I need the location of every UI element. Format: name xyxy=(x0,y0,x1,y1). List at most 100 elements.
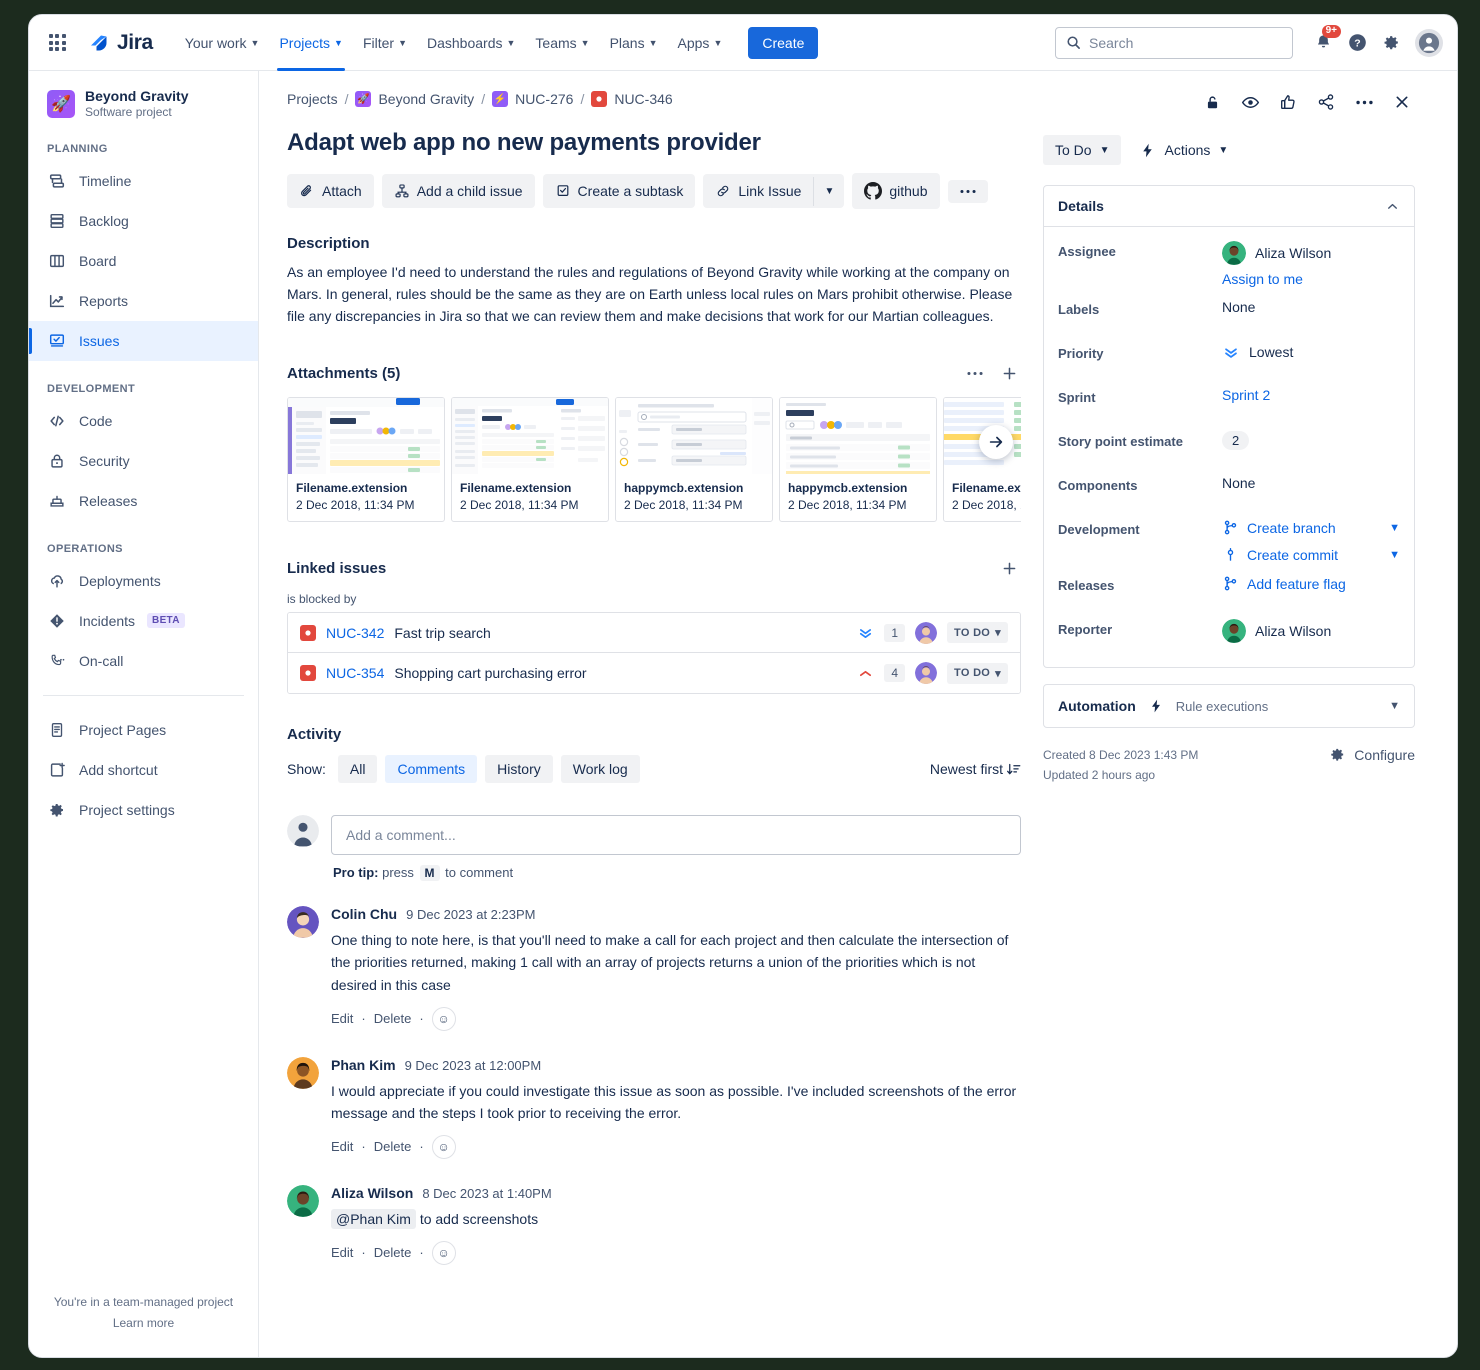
linked-issue-key[interactable]: NUC-354 xyxy=(326,665,384,681)
linked-issue-row[interactable]: NUC-354 Shopping cart purchasing error 4 xyxy=(288,653,1020,693)
sidebar-item-board[interactable]: Board xyxy=(29,241,258,281)
assign-to-me-link[interactable]: Assign to me xyxy=(1222,271,1400,287)
create-subtask-button[interactable]: Create a subtask xyxy=(543,174,696,208)
plus-icon[interactable] xyxy=(997,361,1021,385)
mention-chip[interactable]: @Phan Kim xyxy=(331,1209,416,1229)
priority-value[interactable]: Lowest xyxy=(1222,341,1400,361)
share-icon[interactable] xyxy=(1313,89,1339,115)
sidebar-item-reports[interactable]: Reports xyxy=(29,281,258,321)
sidebar-item-deployments[interactable]: Deployments xyxy=(29,561,258,601)
linked-issue-row[interactable]: NUC-342 Fast trip search 1 xyxy=(288,613,1020,653)
chevron-down-icon[interactable]: ▼ xyxy=(813,177,844,206)
attachment-card[interactable]: happymcb.extension 2 Dec 2018, 11:34 PM xyxy=(779,397,937,522)
nav-item-your-work[interactable]: Your work ▼ xyxy=(175,15,270,70)
ellipsis-icon[interactable] xyxy=(963,361,987,385)
plus-icon[interactable] xyxy=(997,556,1021,580)
tab-history[interactable]: History xyxy=(485,755,553,783)
automation-card[interactable]: Automation Rule executions ▼ xyxy=(1043,684,1415,728)
attachment-card[interactable]: happymcb.extension 2 Dec 2018, 11:34 PM xyxy=(615,397,773,522)
create-button[interactable]: Create xyxy=(748,27,818,59)
jira-logo[interactable]: Jira xyxy=(87,31,153,55)
settings-button[interactable] xyxy=(1375,27,1407,59)
create-commit-row[interactable]: Create commit ▼ xyxy=(1222,546,1400,563)
learn-more-link[interactable]: Learn more xyxy=(43,1313,244,1335)
app-switcher-button[interactable] xyxy=(41,27,73,59)
sidebar-item-project-pages[interactable]: Project Pages xyxy=(29,710,258,750)
add-reaction-icon[interactable]: ☺ xyxy=(432,1135,456,1159)
create-branch-link[interactable]: Create branch xyxy=(1247,520,1336,536)
sidebar-item-security[interactable]: Security xyxy=(29,441,258,481)
profile-avatar-icon[interactable] xyxy=(1415,29,1443,57)
sprint-value[interactable]: Sprint 2 xyxy=(1222,385,1400,403)
tab-comments[interactable]: Comments xyxy=(385,755,477,783)
search-input[interactable] xyxy=(1089,35,1282,51)
chevron-down-icon[interactable]: ▼ xyxy=(1389,549,1400,561)
sidebar-item-add-shortcut[interactable]: Add shortcut xyxy=(29,750,258,790)
unlock-icon[interactable] xyxy=(1199,89,1225,115)
nav-item-filter[interactable]: Filter ▼ xyxy=(353,15,417,70)
nav-item-plans[interactable]: Plans ▼ xyxy=(600,15,668,70)
sprint-link[interactable]: Sprint 2 xyxy=(1222,387,1270,403)
sidebar-project-header[interactable]: 🚀 Beyond Gravity Software project xyxy=(29,85,258,121)
attachments-carousel[interactable]: Filename.extension 2 Dec 2018, 11:34 PM xyxy=(287,397,1021,522)
nav-item-projects[interactable]: Projects ▼ xyxy=(269,15,353,70)
breadcrumb-nuc-276[interactable]: NUC-276 xyxy=(515,91,573,107)
chevron-down-icon[interactable]: ▼ xyxy=(1389,522,1400,534)
search-box[interactable] xyxy=(1055,27,1293,59)
status-dropdown[interactable]: To Do ▼ xyxy=(1043,135,1121,165)
nav-item-teams[interactable]: Teams ▼ xyxy=(525,15,599,70)
edit-comment-button[interactable]: Edit xyxy=(331,1245,353,1260)
attachment-card[interactable]: Filename.extension 2 Dec 2018, 11:34 PM xyxy=(451,397,609,522)
attach-button[interactable]: Attach xyxy=(287,174,374,208)
labels-value[interactable]: None xyxy=(1222,297,1400,315)
sidebar-item-code[interactable]: Code xyxy=(29,401,258,441)
edit-comment-button[interactable]: Edit xyxy=(331,1011,353,1026)
detail-value[interactable]: Aliza Wilson Assign to me xyxy=(1222,239,1400,287)
add-feature-flag-row[interactable]: Add feature flag xyxy=(1222,575,1400,592)
nav-item-apps[interactable]: Apps ▼ xyxy=(668,15,733,70)
actions-dropdown[interactable]: Actions ▼ xyxy=(1139,142,1228,159)
ellipsis-icon[interactable] xyxy=(1351,89,1377,115)
sidebar-item-releases[interactable]: Releases xyxy=(29,481,258,521)
add-child-issue-button[interactable]: Add a child issue xyxy=(382,174,535,208)
story-points-value[interactable]: 2 xyxy=(1222,429,1400,450)
breadcrumb-beyond-gravity[interactable]: Beyond Gravity xyxy=(378,91,474,107)
nav-item-dashboards[interactable]: Dashboards ▼ xyxy=(417,15,525,70)
reporter-value[interactable]: Aliza Wilson xyxy=(1222,617,1400,643)
delete-comment-button[interactable]: Delete xyxy=(374,1011,412,1026)
attachment-card[interactable]: Filename.extens 2 Dec 2018, 11:34 xyxy=(943,397,1021,522)
breadcrumb-projects[interactable]: Projects xyxy=(287,91,338,107)
sidebar-item-project-settings[interactable]: Project settings xyxy=(29,790,258,830)
close-icon[interactable] xyxy=(1389,89,1415,115)
add-feature-flag-link[interactable]: Add feature flag xyxy=(1247,576,1346,592)
sidebar-item-backlog[interactable]: Backlog xyxy=(29,201,258,241)
edit-comment-button[interactable]: Edit xyxy=(331,1139,353,1154)
status-badge[interactable]: TO DO ▾ xyxy=(947,663,1008,684)
tab-work-log[interactable]: Work log xyxy=(561,755,640,783)
delete-comment-button[interactable]: Delete xyxy=(374,1139,412,1154)
more-actions-button[interactable] xyxy=(948,180,988,203)
tab-all[interactable]: All xyxy=(338,755,378,783)
sidebar-item-on-call[interactable]: On-call xyxy=(29,641,258,681)
sort-button[interactable]: Newest first xyxy=(930,761,1021,777)
sidebar-item-incidents[interactable]: Incidents BETA xyxy=(29,601,258,641)
watch-eye-icon[interactable] xyxy=(1237,89,1263,115)
link-issue-button[interactable]: Link Issue xyxy=(703,174,813,208)
github-button[interactable]: github xyxy=(852,173,939,209)
status-badge[interactable]: TO DO ▾ xyxy=(947,622,1008,643)
breadcrumb-nuc-346[interactable]: NUC-346 xyxy=(614,91,672,107)
add-reaction-icon[interactable]: ☺ xyxy=(432,1007,456,1031)
help-button[interactable]: ? xyxy=(1341,27,1373,59)
sidebar-item-issues[interactable]: Issues xyxy=(29,321,258,361)
configure-button[interactable]: Configure xyxy=(1329,746,1415,763)
thumbs-up-icon[interactable] xyxy=(1275,89,1301,115)
sidebar-item-timeline[interactable]: Timeline xyxy=(29,161,258,201)
linked-issue-key[interactable]: NUC-342 xyxy=(326,625,384,641)
create-commit-link[interactable]: Create commit xyxy=(1247,547,1338,563)
attachment-card[interactable]: Filename.extension 2 Dec 2018, 11:34 PM xyxy=(287,397,445,522)
details-header[interactable]: Details xyxy=(1044,186,1414,227)
comment-input[interactable]: Add a comment... xyxy=(331,815,1021,855)
delete-comment-button[interactable]: Delete xyxy=(374,1245,412,1260)
create-branch-row[interactable]: Create branch ▼ xyxy=(1222,519,1400,536)
components-value[interactable]: None xyxy=(1222,473,1400,491)
